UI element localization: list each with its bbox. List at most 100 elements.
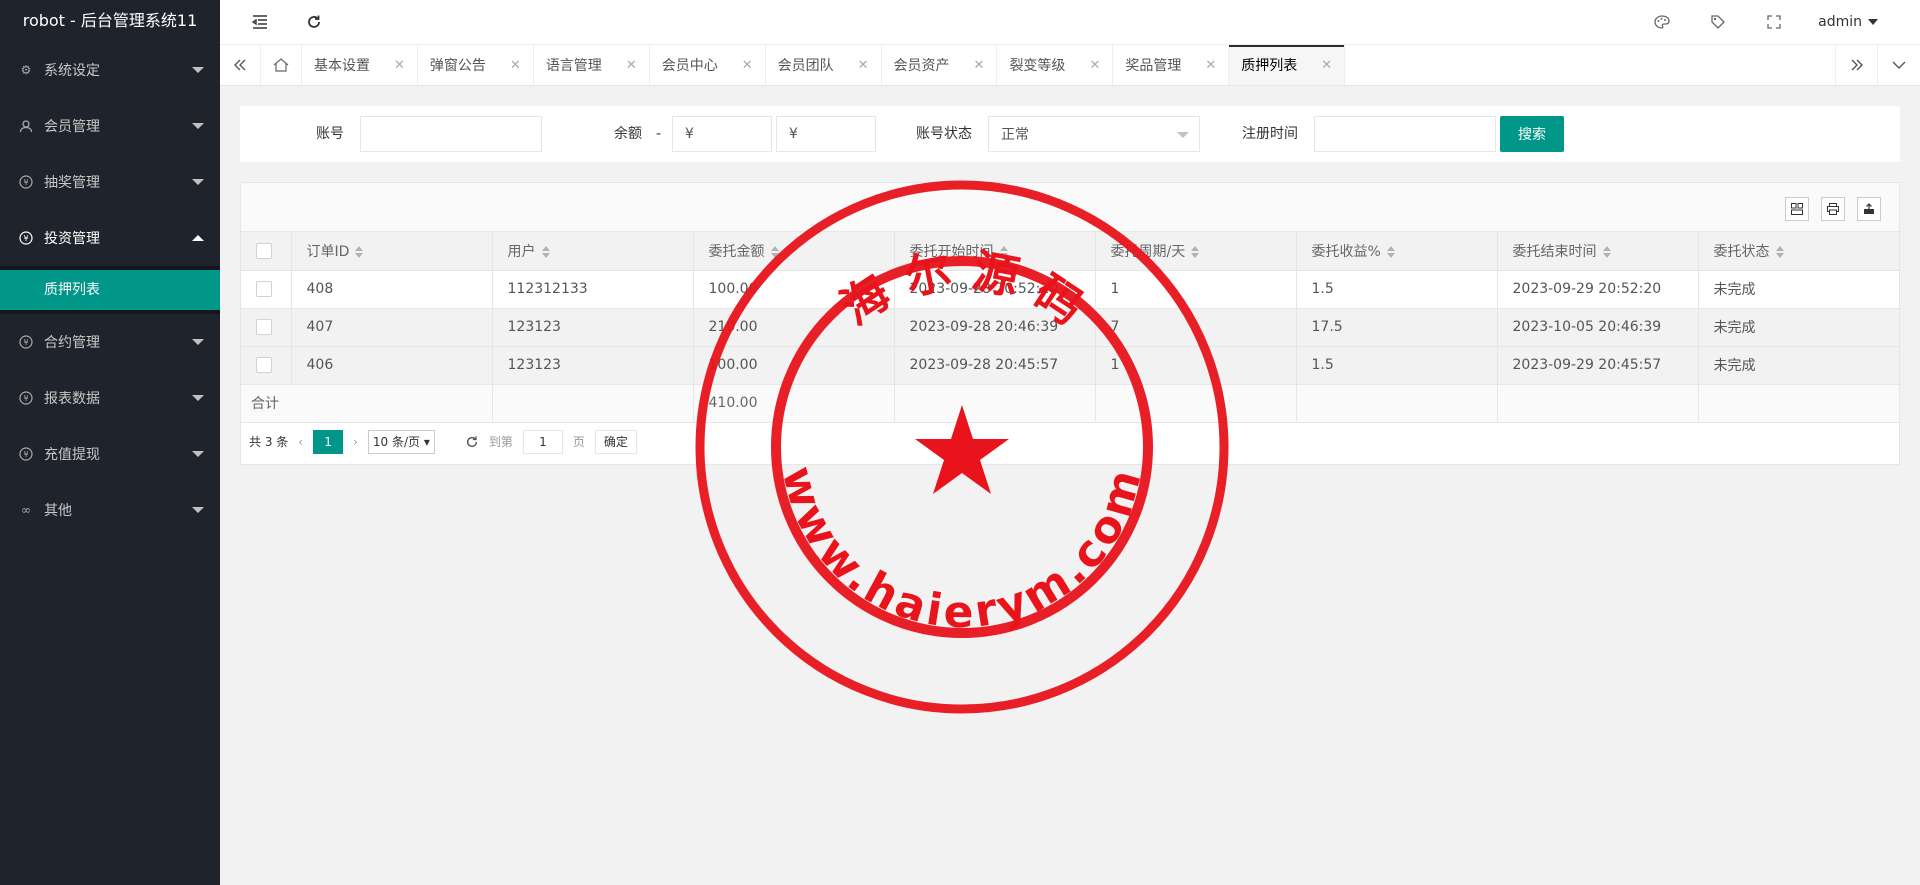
- tabs-scroll-left-icon[interactable]: [220, 45, 261, 85]
- close-icon[interactable]: ✕: [626, 58, 637, 73]
- cell-amount: 210.00: [693, 308, 895, 347]
- pager-goto-input[interactable]: 1: [522, 429, 563, 454]
- search-button[interactable]: 搜索: [1500, 116, 1564, 152]
- refresh-icon[interactable]: [292, 0, 336, 44]
- pager-goto-label: 到第: [488, 435, 513, 449]
- close-icon[interactable]: ✕: [394, 58, 405, 73]
- sort-icon[interactable]: [1602, 245, 1611, 258]
- pager-page-size-select[interactable]: 10 条/页 ▾: [367, 429, 435, 454]
- sidebar-item-label: 投资管理: [44, 231, 100, 247]
- sidebar-item-recharge-withdraw[interactable]: ¥ 充值提现: [0, 426, 220, 482]
- cell-period: 7: [1095, 308, 1297, 347]
- close-icon[interactable]: ✕: [974, 58, 985, 73]
- status-select[interactable]: 正常: [988, 116, 1200, 152]
- row-checkbox[interactable]: [256, 319, 272, 335]
- tab-label: 会员中心: [661, 58, 718, 74]
- select-all-checkbox[interactable]: [256, 242, 272, 259]
- column-header-period[interactable]: 委托周期/天: [1095, 232, 1297, 271]
- table-row[interactable]: 407 123123 210.00 2023-09-28 20:46:39 7 …: [241, 308, 1900, 347]
- table-total-row: 合计 410.00: [241, 384, 1900, 423]
- tab-member-team[interactable]: 会员团队 ✕: [766, 45, 882, 85]
- tab-label: 语言管理: [545, 58, 602, 74]
- sidebar-item-report-data[interactable]: ¥ 报表数据: [0, 370, 220, 426]
- collapse-menu-icon[interactable]: [238, 0, 282, 44]
- fullscreen-icon[interactable]: [1746, 0, 1802, 44]
- export-icon[interactable]: [1857, 197, 1881, 221]
- svg-text:¥: ¥: [23, 450, 28, 459]
- cell-order-id: 408: [291, 270, 493, 309]
- table-row[interactable]: 408 112312133 100.00 2023-09-28 20:52:20…: [241, 270, 1900, 309]
- column-header-status[interactable]: 委托状态: [1698, 232, 1900, 271]
- column-header-label: 用户: [507, 243, 536, 260]
- cell-status: 未完成: [1698, 270, 1900, 309]
- tab-language-management[interactable]: 语言管理 ✕: [534, 45, 650, 85]
- total-empty-cell: [1698, 384, 1900, 423]
- sort-icon[interactable]: [1386, 245, 1395, 258]
- sidebar-item-label: 合约管理: [44, 335, 100, 351]
- sort-icon[interactable]: [1191, 245, 1200, 258]
- column-header-start-time[interactable]: 委托开始时间: [894, 232, 1096, 271]
- tab-member-center[interactable]: 会员中心 ✕: [650, 45, 766, 85]
- table-row[interactable]: 406 123123 100.00 2023-09-28 20:45:57 1 …: [241, 346, 1900, 385]
- tab-home[interactable]: [260, 45, 302, 85]
- column-header-order-id[interactable]: 订单ID: [291, 232, 493, 271]
- yen-icon: ¥: [18, 230, 34, 246]
- pager-current-page[interactable]: 1: [313, 429, 344, 454]
- sort-icon[interactable]: [541, 245, 550, 258]
- sidebar-item-label: 系统设定: [44, 63, 100, 79]
- close-icon[interactable]: ✕: [1321, 58, 1332, 73]
- pager-refresh-icon[interactable]: [465, 435, 479, 449]
- home-icon: [273, 58, 288, 72]
- tag-icon[interactable]: [1690, 0, 1746, 44]
- data-table-panel: 订单ID 用户 委托金额 委托开始时间 委托周期/天 委托收益% 委托结束时间 …: [240, 182, 1900, 465]
- column-header-label: 委托收益%: [1311, 243, 1381, 260]
- user-menu[interactable]: admin: [1802, 14, 1920, 30]
- sidebar-item-system-settings[interactable]: ⚙ 系统设定: [0, 42, 220, 98]
- sort-icon[interactable]: [1775, 245, 1784, 258]
- column-header-end-time[interactable]: 委托结束时间: [1497, 232, 1699, 271]
- sidebar-item-lottery-management[interactable]: ¥ 抽奖管理: [0, 154, 220, 210]
- sort-icon[interactable]: [355, 245, 364, 258]
- account-input[interactable]: [360, 116, 542, 152]
- svg-text:¥: ¥: [23, 178, 28, 187]
- close-icon[interactable]: ✕: [1089, 58, 1100, 73]
- sidebar-item-other[interactable]: ∞ 其他: [0, 482, 220, 538]
- tab-popup-announcement[interactable]: 弹窗公告 ✕: [418, 45, 534, 85]
- column-header-user[interactable]: 用户: [492, 232, 694, 271]
- regtime-input[interactable]: [1314, 116, 1496, 152]
- sidebar-item-contract-management[interactable]: ¥ 合约管理: [0, 314, 220, 370]
- tab-label: 基本设置: [314, 58, 370, 74]
- close-icon[interactable]: ✕: [510, 58, 521, 73]
- column-header-amount[interactable]: 委托金额: [693, 232, 895, 271]
- tabs-scroll-right-icon[interactable]: [1835, 45, 1878, 85]
- account-label: 账号: [316, 126, 344, 142]
- theme-palette-icon[interactable]: [1634, 0, 1690, 44]
- caret-down-icon: [192, 179, 204, 185]
- sidebar-item-member-management[interactable]: 会员管理: [0, 98, 220, 154]
- row-checkbox[interactable]: [256, 281, 272, 297]
- tab-pledge-list[interactable]: 质押列表 ✕: [1229, 45, 1346, 85]
- sidebar-item-investment-management[interactable]: ¥ 投资管理: [0, 210, 220, 266]
- pager-next-icon[interactable]: ›: [353, 435, 358, 449]
- close-icon[interactable]: ✕: [858, 58, 869, 73]
- tabs-menu-chevron-down-icon[interactable]: [1877, 45, 1920, 85]
- balance-max-input[interactable]: ¥: [776, 116, 876, 152]
- close-icon[interactable]: ✕: [742, 58, 753, 73]
- columns-filter-icon[interactable]: [1785, 197, 1809, 221]
- row-checkbox[interactable]: [256, 357, 272, 373]
- tab-member-assets[interactable]: 会员资产 ✕: [882, 45, 998, 85]
- column-header-yield[interactable]: 委托收益%: [1296, 232, 1498, 271]
- pager-confirm-button[interactable]: 确定: [594, 429, 637, 454]
- cell-yield: 1.5: [1296, 346, 1498, 385]
- tab-fission-level[interactable]: 裂变等级 ✕: [997, 45, 1114, 85]
- balance-min-input[interactable]: ¥: [672, 116, 772, 152]
- print-icon[interactable]: [1821, 197, 1845, 221]
- pager-prev-icon[interactable]: ‹: [298, 435, 303, 449]
- sort-icon[interactable]: [770, 245, 779, 258]
- sidebar-item-label: 其他: [44, 503, 72, 519]
- tab-basic-settings[interactable]: 基本设置 ✕: [302, 45, 418, 85]
- sidebar-subitem-pledge-list[interactable]: 质押列表: [0, 270, 220, 310]
- sort-icon[interactable]: [999, 245, 1008, 258]
- tab-prize-management[interactable]: 奖品管理 ✕: [1113, 45, 1230, 85]
- close-icon[interactable]: ✕: [1205, 58, 1216, 73]
